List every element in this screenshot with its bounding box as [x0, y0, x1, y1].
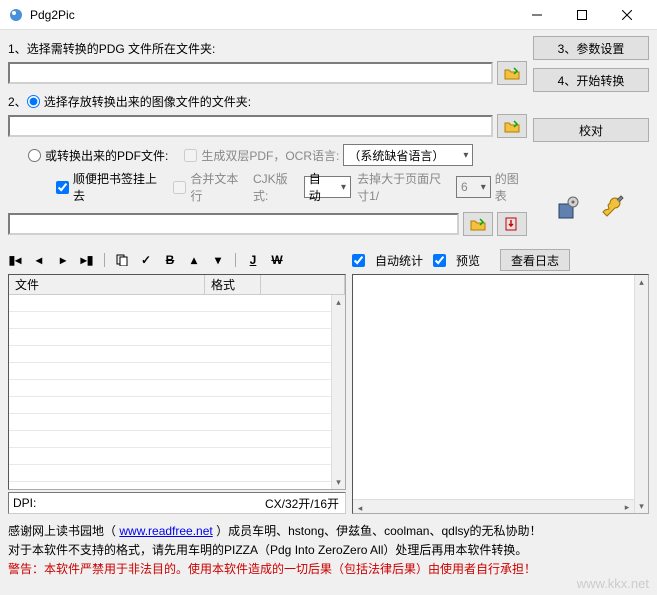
down-icon[interactable]: ▾ [211, 253, 225, 267]
third-input[interactable] [8, 213, 459, 235]
footer-warning: 警告：本软件严禁用于非法目的。使用本软件造成的一切后果（包括法律后果）由使用者自… [8, 560, 649, 579]
preview-vscroll[interactable]: ▴▾ [634, 275, 648, 513]
cjk-label: CJK版式: [253, 170, 298, 204]
double-layer-pdf-label: 生成双层PDF，OCR语言: [201, 147, 339, 164]
bookmark-checkbox[interactable] [56, 181, 69, 194]
col-file[interactable]: 文件 [9, 275, 205, 294]
params-button[interactable]: 3、参数设置 [533, 36, 649, 60]
section1-num: 1、 [8, 40, 27, 57]
ocr-language-select[interactable]: （系统缺省语言） [343, 144, 473, 166]
dpi-row: DPI: CX/32开/16开 [8, 492, 346, 514]
j-icon[interactable]: J [246, 253, 260, 267]
strike-icon[interactable]: B [163, 253, 177, 267]
browse-third-button[interactable] [463, 212, 493, 236]
footer-line2: 对于本软件不支持的格式，请先用车明的PIZZA（Pdg Into ZeroZer… [8, 541, 649, 560]
view-log-button[interactable]: 查看日志 [500, 249, 570, 271]
settings-tool-icon[interactable] [551, 192, 585, 226]
last-icon[interactable]: ▸▮ [80, 253, 94, 267]
output-pdf-radio[interactable] [28, 149, 41, 162]
cjk-select[interactable]: 自动 [304, 176, 351, 198]
double-layer-pdf-checkbox [184, 149, 197, 162]
proof-button[interactable]: 校对 [533, 118, 649, 142]
start-button[interactable]: 4、开始转换 [533, 68, 649, 92]
minimize-button[interactable] [514, 0, 559, 30]
section2-num: 2、 [8, 93, 27, 110]
w-icon[interactable]: W [270, 253, 284, 267]
section1-label: 选择需转换的PDG 文件所在文件夹: [27, 40, 216, 57]
window-title: Pdg2Pic [30, 8, 514, 22]
cx-label: CX/32开/16开 [259, 495, 345, 512]
copy-icon[interactable] [115, 253, 129, 267]
output-pdf-label: 或转换出来的PDF文件: [45, 147, 168, 164]
titlebar: Pdg2Pic [0, 0, 657, 30]
auto-stat-checkbox[interactable] [352, 254, 365, 267]
auto-stat-label: 自动统计 [375, 252, 423, 269]
export-button[interactable] [497, 212, 527, 236]
check-icon[interactable]: ✓ [139, 253, 153, 267]
browse-dest-button[interactable] [497, 114, 527, 138]
trim-select: 6 [456, 176, 491, 198]
dest-folder-input[interactable] [8, 115, 493, 137]
col-format[interactable]: 格式 [205, 275, 261, 294]
maximize-button[interactable] [559, 0, 604, 30]
next-icon[interactable]: ▸ [56, 253, 70, 267]
prev-icon[interactable]: ◂ [32, 253, 46, 267]
readfree-link[interactable]: www.readfree.net [119, 524, 212, 538]
trim-label: 去掉大于页面尺寸1/ [357, 170, 452, 204]
section2-row-a: 2、 选择存放转换出来的图像文件的文件夹: [8, 93, 527, 110]
output-image-label: 选择存放转换出来的图像文件的文件夹: [44, 93, 251, 110]
section1-label-row: 1、 选择需转换的PDG 文件所在文件夹: [8, 40, 527, 57]
col-blank[interactable] [261, 275, 345, 294]
footer-text: 感谢网上读书园地（ www.readfree.net ）成员车明、hstong、… [8, 522, 649, 580]
preview-hscroll[interactable]: ◂▸ [353, 499, 634, 513]
left-toolbar: ▮◂ ◂ ▸ ▸▮ ✓ B ▴ ▾ J W [8, 250, 346, 270]
table-body[interactable] [9, 295, 331, 489]
bookmark-label: 顺便把书签挂上去 [73, 170, 159, 204]
merge-text-checkbox [173, 181, 186, 194]
merge-text-label: 合并文本行 [190, 170, 244, 204]
preview-panel[interactable]: ▴▾ ◂▸ [352, 274, 649, 514]
file-table[interactable]: 文件 格式 ▴▾ [8, 274, 346, 490]
wrench-tool-icon[interactable] [597, 192, 631, 226]
close-button[interactable] [604, 0, 649, 30]
first-icon[interactable]: ▮◂ [8, 253, 22, 267]
output-image-radio[interactable] [27, 95, 40, 108]
browse-source-button[interactable] [497, 61, 527, 85]
preview-label: 预览 [456, 252, 480, 269]
up-icon[interactable]: ▴ [187, 253, 201, 267]
trim-suffix: 的图表 [495, 170, 527, 204]
source-folder-input[interactable] [8, 62, 493, 84]
dpi-label: DPI: [9, 496, 40, 510]
app-icon [8, 7, 24, 23]
table-vscroll[interactable]: ▴▾ [331, 295, 345, 489]
preview-checkbox[interactable] [433, 254, 446, 267]
